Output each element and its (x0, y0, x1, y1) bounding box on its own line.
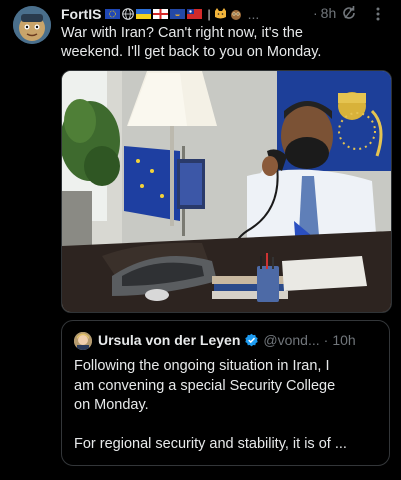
quoted-author-avatar[interactable] (74, 332, 92, 350)
name-overflow: ... (247, 6, 260, 22)
quoted-handle[interactable]: @vond... (263, 332, 319, 348)
author-name[interactable]: FortIS (61, 6, 101, 22)
name-emojis: | (207, 7, 241, 21)
kosovo-flag-icon (170, 9, 186, 19)
tweet-text-line-1: War with Iran? Can't right now, it's the (61, 25, 303, 41)
quoted-text-line-2: am convening a special Security College (74, 377, 336, 394)
quoted-header: Ursula von der Leyen @vond... · 10h (98, 332, 379, 348)
quoted-time[interactable]: 10h (332, 332, 355, 348)
quoted-author-name[interactable]: Ursula von der Leyen (98, 332, 240, 348)
tweet-text-line-2: weekend. I'll get back to you on Monday. (61, 44, 322, 60)
georgia-flag-icon (153, 9, 169, 19)
name-separator: | (207, 7, 211, 21)
taiwan-flag-icon (187, 9, 203, 19)
more-vertical-icon[interactable] (375, 6, 381, 22)
quoted-tweet[interactable]: Ursula von der Leyen @vond... · 10h Foll… (61, 320, 390, 466)
tweet-text: War with Iran? Can't right now, it's the… (61, 24, 391, 62)
quoted-text-line-1: Following the ongoing situation in Iran,… (74, 358, 330, 374)
cat-emoji-icon (214, 8, 226, 19)
office-photo (62, 71, 391, 312)
quoted-separator: · (323, 332, 329, 348)
quoted-avatar-photo-icon (74, 332, 92, 350)
quoted-text-line-5: For regional security and stability, it … (74, 436, 347, 452)
eu-flag-icon (105, 9, 121, 19)
tweet-time[interactable]: · 8h (313, 5, 336, 21)
grok-sync-icon[interactable] (341, 5, 357, 21)
avatar-cartoon-icon (13, 6, 51, 44)
ukraine-flag-icon (136, 9, 152, 19)
quoted-text-line-3: on Monday. (74, 397, 149, 413)
name-flags (105, 8, 203, 20)
tweet-media-image[interactable] (61, 70, 392, 313)
quoted-text-blank-line (74, 416, 379, 436)
verified-badge-icon (245, 333, 259, 346)
globe-icon (122, 8, 135, 20)
quoted-text: Following the ongoing situation in Iran,… (74, 357, 379, 455)
owl-emoji-icon (230, 10, 241, 20)
author-avatar[interactable] (13, 6, 51, 44)
